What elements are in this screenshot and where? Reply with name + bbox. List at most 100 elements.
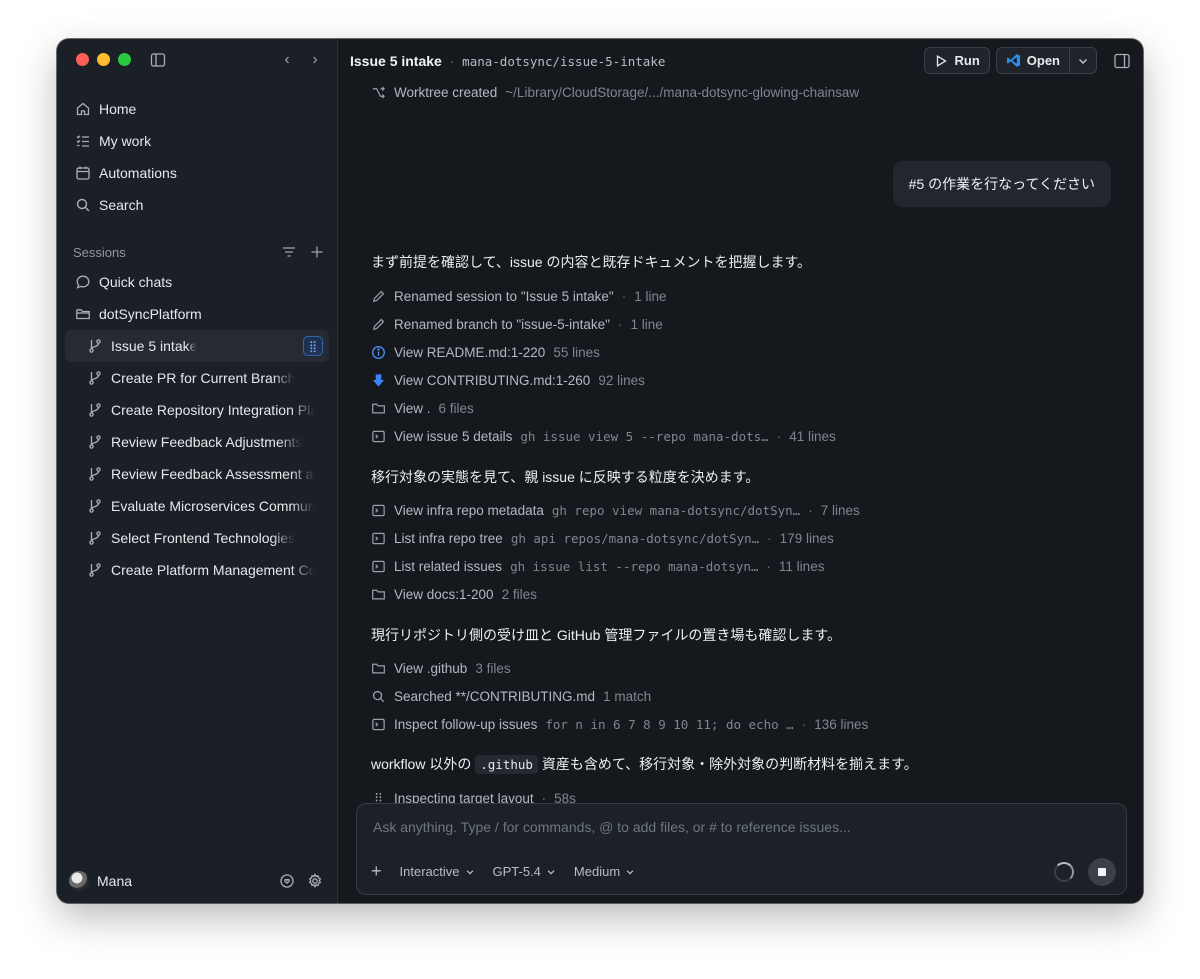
zoom-window-button[interactable] — [118, 53, 131, 66]
meta-separator: · — [621, 289, 627, 304]
add-attachment-plus-icon[interactable]: + — [371, 861, 382, 882]
close-window-button[interactable] — [76, 53, 89, 66]
tool-call-command: gh issue view 5 --repo mana-dots… — [520, 429, 769, 444]
inline-code: .github — [475, 755, 538, 774]
tool-call-meta: 136 lines — [814, 717, 869, 732]
meta-separator: · — [767, 531, 772, 546]
meta-separator: · — [808, 503, 813, 518]
branch-icon — [87, 434, 103, 450]
assistant-text: 現行リポジトリ側の受け皿と GitHub 管理ファイルの置き場も確認します。 — [371, 627, 841, 643]
tool-call-meta: 7 lines — [820, 503, 860, 518]
calendar-icon — [75, 165, 91, 181]
assistant-text: 移行対象の実態を見て、親 issue に反映する粒度を決めます。 — [371, 469, 760, 485]
stop-button[interactable] — [1088, 858, 1116, 886]
model-select[interactable]: GPT-5.4 — [493, 864, 556, 879]
download-icon — [371, 373, 386, 388]
terminal-icon — [371, 559, 386, 574]
tool-call-meta: 179 lines — [779, 531, 834, 546]
worktree-path: ~/Library/CloudStorage/.../mana-dotsync-… — [505, 84, 860, 100]
effort-select[interactable]: Medium — [574, 864, 635, 879]
branch-icon — [87, 338, 103, 354]
right-panel-toggle-icon[interactable] — [1113, 52, 1131, 70]
session-item[interactable]: Create PR for Current Branch — [65, 362, 329, 394]
session-label: Evaluate Microservices Communication — [111, 498, 315, 514]
chevron-down-icon — [466, 869, 473, 875]
feedback-icon[interactable] — [279, 873, 295, 889]
sessions-label: Sessions — [73, 244, 126, 260]
session-list: Quick chats dotSyncPlatform Issue 5 inta… — [65, 266, 329, 586]
session-item[interactable]: Evaluate Microservices Communication — [65, 490, 329, 522]
tool-call-row[interactable]: Inspect follow-up issues for n in 6 7 8 … — [371, 717, 868, 732]
tool-call-row[interactable]: View issue 5 details gh issue view 5 --r… — [371, 429, 836, 444]
tool-call-row[interactable]: View .github 3 files — [371, 661, 511, 676]
tool-call-row[interactable]: Renamed session to "Issue 5 intake" · 1 … — [371, 289, 667, 304]
tool-call-row[interactable]: List related issues gh issue list --repo… — [371, 559, 824, 574]
branch-icon — [87, 370, 103, 386]
open-button[interactable]: Open — [995, 47, 1070, 74]
nav-item-my-work[interactable]: My work — [65, 125, 329, 157]
session-item[interactable]: Create Platform Management Console — [65, 554, 329, 586]
open-label: Open — [1026, 53, 1060, 68]
main-nav: Home My work Automations Search — [65, 93, 329, 221]
tool-call-row[interactable]: View docs:1-200 2 files — [371, 587, 537, 602]
folder-open-icon — [75, 306, 91, 322]
tool-call-row[interactable]: List infra repo tree gh api repos/mana-d… — [371, 531, 834, 546]
meta-separator: · — [776, 429, 782, 444]
back-arrow-icon[interactable]: ‹ — [279, 51, 295, 69]
session-item[interactable]: Select Frontend Technologies — [65, 522, 329, 554]
session-item[interactable]: Create Repository Integration Plan — [65, 394, 329, 426]
run-button[interactable]: Run — [924, 47, 990, 74]
app-window: ‹ › Home My work Automations Search Sess… — [57, 39, 1143, 903]
mode-select[interactable]: Interactive — [400, 864, 475, 879]
tool-call-row[interactable]: Searched **/CONTRIBUTING.md 1 match — [371, 689, 651, 704]
project-folder-item[interactable]: dotSyncPlatform — [65, 298, 329, 330]
open-options-dropdown[interactable] — [1070, 47, 1097, 74]
folder-icon — [371, 401, 386, 416]
tool-call-command: for n in 6 7 8 9 10 11; do echo … — [545, 717, 794, 732]
new-session-plus-icon[interactable] — [309, 244, 325, 260]
quick-chats-item[interactable]: Quick chats — [65, 266, 329, 298]
worktree-row: Worktree created ~/Library/CloudStorage/… — [371, 83, 859, 101]
nav-item-home[interactable]: Home — [65, 93, 329, 125]
quick-chats-label: Quick chats — [99, 274, 173, 290]
sidebar-toggle-icon[interactable] — [150, 52, 166, 68]
forward-arrow-icon[interactable]: › — [307, 51, 323, 69]
user-profile[interactable]: Mana — [69, 871, 132, 891]
tool-call-command: gh issue list --repo mana-dotsyn… — [510, 559, 759, 574]
session-label: Create PR for Current Branch — [111, 370, 296, 386]
tool-call-command: gh repo view mana-dotsync/dotSyn… — [551, 503, 801, 518]
tool-call-row[interactable]: View CONTRIBUTING.md:1-260 92 lines — [371, 373, 645, 388]
meta-separator: · — [617, 317, 623, 332]
nav-item-automations[interactable]: Automations — [65, 157, 329, 189]
folder-icon — [371, 661, 386, 676]
tool-call-row[interactable]: Renamed branch to "issue-5-intake" · 1 l… — [371, 317, 663, 332]
session-item[interactable]: Review Feedback Assessment and — [65, 458, 329, 490]
nav-item-search[interactable]: Search — [65, 189, 329, 221]
session-item[interactable]: Review Feedback Adjustments — [65, 426, 329, 458]
history-nav: ‹ › — [279, 51, 323, 69]
composer[interactable]: Ask anything. Type / for commands, @ to … — [356, 803, 1127, 895]
session-label: Create Repository Integration Plan — [111, 402, 315, 418]
tool-call-meta: 6 files — [438, 401, 474, 416]
vscode-icon — [1006, 54, 1020, 67]
tool-call-row[interactable]: View README.md:1-220 55 lines — [371, 345, 600, 360]
loading-spinner-icon — [1054, 862, 1074, 882]
branch-name: mana-dotsync/issue-5-intake — [462, 53, 666, 69]
minimize-window-button[interactable] — [97, 53, 110, 66]
drag-handle-icon[interactable]: ⣿ — [303, 336, 323, 356]
assistant-text-part: 資産も含めて、移行対象・除外対象の判断材料を揃えます。 — [541, 756, 918, 772]
tool-call-row[interactable]: View . 6 files — [371, 401, 474, 416]
filter-icon[interactable] — [281, 244, 297, 260]
model-value: GPT-5.4 — [492, 864, 541, 879]
user-message-bubble: #5 の作業を行なってください — [892, 161, 1111, 207]
tool-call-label: Searched **/CONTRIBUTING.md — [394, 689, 596, 704]
assistant-text-part: workflow 以外の — [371, 756, 472, 772]
tool-call-row[interactable]: View infra repo metadata gh repo view ma… — [371, 503, 860, 518]
session-label: Review Feedback Assessment and — [111, 466, 315, 482]
prompt-input[interactable]: Ask anything. Type / for commands, @ to … — [373, 819, 851, 835]
mode-value: Interactive — [399, 864, 460, 879]
open-button-group: Open — [995, 47, 1097, 74]
settings-gear-icon[interactable] — [307, 873, 323, 889]
session-item[interactable]: Issue 5 intake ⣿ — [65, 330, 329, 362]
tool-call-label: View issue 5 details — [394, 429, 513, 444]
